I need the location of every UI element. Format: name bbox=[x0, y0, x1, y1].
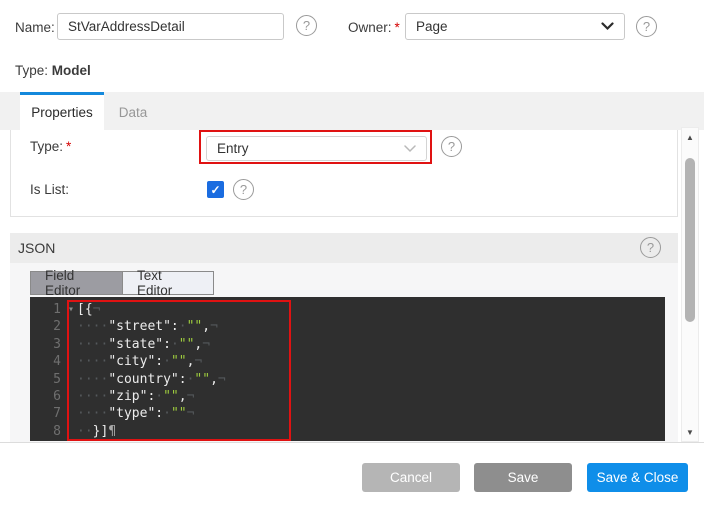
cancel-button[interactable]: Cancel bbox=[362, 463, 460, 492]
owner-label: Owner:* bbox=[348, 20, 400, 35]
scrollbar-thumb[interactable] bbox=[685, 158, 695, 322]
line-number: 6 bbox=[30, 388, 67, 405]
editor-mode-switch: Field Editor Text Editor bbox=[30, 271, 214, 295]
is-list-checkbox[interactable]: ✓ bbox=[207, 181, 224, 198]
line-number: 8 bbox=[30, 423, 67, 440]
tab-data-label: Data bbox=[119, 105, 148, 120]
variable-editor-dialog: Name:* ? Owner:* Page ? Type: Model Prop… bbox=[0, 0, 704, 511]
question-mark-glyph: ? bbox=[643, 19, 650, 34]
question-mark-glyph: ? bbox=[303, 18, 310, 33]
chevron-down-icon bbox=[601, 22, 614, 31]
type-summary-label: Type: bbox=[15, 63, 48, 78]
json-content-highlight-box bbox=[67, 300, 291, 441]
checkmark-icon: ✓ bbox=[210, 183, 220, 197]
required-asterisk: * bbox=[395, 20, 400, 35]
name-help-icon[interactable]: ? bbox=[296, 15, 317, 36]
owner-help-icon[interactable]: ? bbox=[636, 16, 657, 37]
json-section-title: JSON bbox=[18, 240, 55, 256]
json-section-header: JSON bbox=[10, 233, 678, 263]
vertical-scrollbar[interactable]: ▲ ▼ bbox=[681, 127, 699, 442]
tab-properties-label: Properties bbox=[31, 105, 93, 120]
down-triangle-glyph: ▼ bbox=[686, 428, 694, 437]
type-field-label-text: Type: bbox=[30, 139, 63, 154]
line-number: 1▾ bbox=[30, 301, 67, 318]
json-help-icon[interactable]: ? bbox=[640, 237, 661, 258]
line-number: 7 bbox=[30, 405, 67, 422]
save-and-close-button[interactable]: Save & Close bbox=[587, 463, 688, 492]
save-button[interactable]: Save bbox=[474, 463, 572, 492]
is-list-label-text: Is List: bbox=[30, 182, 69, 197]
name-label: Name:* bbox=[15, 20, 63, 35]
code-gutter: 1▾2345678 bbox=[30, 297, 67, 441]
owner-select[interactable]: Page bbox=[405, 13, 625, 40]
line-number: 4 bbox=[30, 353, 67, 370]
is-list-label: Is List: bbox=[30, 182, 69, 197]
tab-data[interactable]: Data bbox=[104, 95, 162, 130]
owner-select-value: Page bbox=[416, 19, 448, 34]
content-footer-divider bbox=[0, 442, 704, 443]
text-editor-label: Text Editor bbox=[137, 268, 199, 298]
question-mark-glyph: ? bbox=[240, 182, 247, 197]
name-input[interactable] bbox=[57, 13, 284, 40]
tab-properties[interactable]: Properties bbox=[20, 95, 104, 130]
required-asterisk: * bbox=[66, 139, 71, 154]
is-list-help-icon[interactable]: ? bbox=[233, 179, 254, 200]
text-editor-button[interactable]: Text Editor bbox=[123, 272, 213, 294]
line-number: 2 bbox=[30, 318, 67, 335]
type-field-label: Type:* bbox=[30, 139, 71, 154]
question-mark-glyph: ? bbox=[448, 139, 455, 154]
type-summary-value: Model bbox=[52, 63, 91, 78]
owner-label-text: Owner: bbox=[348, 20, 392, 35]
line-number: 3 bbox=[30, 336, 67, 353]
name-label-text: Name: bbox=[15, 20, 55, 35]
variable-type-summary: Type: Model bbox=[15, 63, 91, 78]
field-editor-label: Field Editor bbox=[45, 268, 108, 298]
tab-strip: Properties Data bbox=[0, 92, 704, 130]
type-help-icon[interactable]: ? bbox=[441, 136, 462, 157]
line-number: 5 bbox=[30, 371, 67, 388]
scroll-up-arrow-icon[interactable]: ▲ bbox=[682, 130, 698, 144]
scroll-down-arrow-icon[interactable]: ▼ bbox=[682, 425, 698, 439]
question-mark-glyph: ? bbox=[647, 240, 654, 255]
up-triangle-glyph: ▲ bbox=[686, 133, 694, 142]
type-select-highlight-box bbox=[199, 130, 432, 164]
field-editor-button[interactable]: Field Editor bbox=[31, 272, 123, 294]
